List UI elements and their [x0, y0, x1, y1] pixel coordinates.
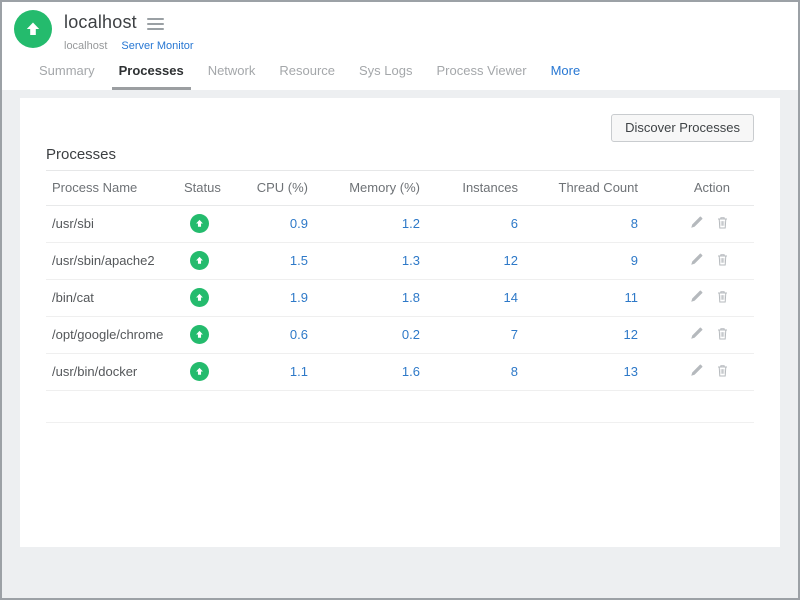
tab-processes[interactable]: Processes [111, 63, 191, 90]
tab-summary[interactable]: Summary [32, 63, 102, 90]
col-thread-count: Thread Count [518, 171, 638, 206]
status-up-icon [190, 251, 209, 270]
col-action: Action [638, 171, 754, 206]
table-row: /bin/cat 1.9 1.8 14 11 [46, 279, 754, 317]
breadcrumb: localhost Server Monitor [64, 40, 194, 52]
app-window: localhost localhost Server Monitor Summa… [0, 0, 800, 600]
table-row: /usr/bin/docker 1.1 1.6 8 13 [46, 353, 754, 391]
col-memory: Memory (%) [308, 171, 420, 206]
process-name: /usr/bin/docker [46, 353, 181, 391]
col-instances: Instances [420, 171, 518, 206]
col-status: Status [181, 171, 251, 206]
delete-icon[interactable] [715, 326, 730, 341]
edit-icon[interactable] [689, 215, 704, 230]
delete-icon[interactable] [715, 252, 730, 267]
process-name: /opt/google/chrome [46, 316, 181, 354]
threads-value[interactable]: 11 [518, 279, 638, 317]
processes-panel: Discover Processes Processes Process Nam… [20, 98, 780, 547]
threads-value[interactable]: 9 [518, 242, 638, 280]
cpu-value[interactable]: 1.9 [251, 279, 308, 317]
threads-value[interactable]: 12 [518, 316, 638, 354]
tab-resource[interactable]: Resource [272, 63, 342, 90]
memory-value[interactable]: 1.6 [308, 353, 420, 391]
delete-icon[interactable] [715, 289, 730, 304]
server-status-icon [14, 10, 52, 48]
edit-icon[interactable] [689, 289, 704, 304]
delete-icon[interactable] [715, 215, 730, 230]
breadcrumb-server-monitor-link[interactable]: Server Monitor [121, 40, 193, 52]
process-name: /bin/cat [46, 279, 181, 317]
processes-table: Process Name Status CPU (%) Memory (%) I… [46, 171, 754, 423]
edit-icon[interactable] [689, 326, 704, 341]
threads-value[interactable]: 13 [518, 353, 638, 391]
tab-bar: Summary Processes Network Resource Sys L… [2, 58, 798, 90]
empty-row [46, 390, 754, 423]
instances-value[interactable]: 6 [420, 205, 518, 243]
tab-more[interactable]: More [544, 63, 588, 90]
cpu-value[interactable]: 1.5 [251, 242, 308, 280]
edit-icon[interactable] [689, 363, 704, 378]
instances-value[interactable]: 14 [420, 279, 518, 317]
process-name: /usr/sbin/apache2 [46, 242, 181, 280]
delete-icon[interactable] [715, 363, 730, 378]
cpu-value[interactable]: 0.6 [251, 316, 308, 354]
col-cpu: CPU (%) [251, 171, 308, 206]
status-up-icon [190, 325, 209, 344]
tab-network[interactable]: Network [201, 63, 263, 90]
section-title: Processes [46, 146, 754, 171]
memory-value[interactable]: 1.8 [308, 279, 420, 317]
discover-processes-button[interactable]: Discover Processes [611, 113, 754, 142]
col-process-name: Process Name [46, 171, 181, 206]
status-up-icon [190, 288, 209, 307]
page-background: Discover Processes Processes Process Nam… [2, 90, 798, 598]
table-row: /usr/sbin/apache2 1.5 1.3 12 9 [46, 242, 754, 280]
hamburger-menu-icon[interactable] [146, 16, 164, 30]
memory-value[interactable]: 1.3 [308, 242, 420, 280]
tab-process-viewer[interactable]: Process Viewer [430, 63, 534, 90]
page-title: localhost [64, 12, 137, 32]
cpu-value[interactable]: 0.9 [251, 205, 308, 243]
monitor-header: localhost localhost Server Monitor [2, 2, 798, 58]
instances-value[interactable]: 12 [420, 242, 518, 280]
cpu-value[interactable]: 1.1 [251, 353, 308, 391]
tab-sys-logs[interactable]: Sys Logs [352, 63, 419, 90]
threads-value[interactable]: 8 [518, 205, 638, 243]
memory-value[interactable]: 0.2 [308, 316, 420, 354]
memory-value[interactable]: 1.2 [308, 205, 420, 243]
instances-value[interactable]: 7 [420, 316, 518, 354]
status-up-icon [190, 214, 209, 233]
table-row: /usr/sbi 0.9 1.2 6 8 [46, 205, 754, 243]
edit-icon[interactable] [689, 252, 704, 267]
status-up-icon [190, 362, 209, 381]
breadcrumb-host: localhost [64, 40, 108, 52]
table-header-row: Process Name Status CPU (%) Memory (%) I… [46, 171, 754, 206]
arrow-up-icon [23, 19, 43, 39]
table-row: /opt/google/chrome 0.6 0.2 7 12 [46, 316, 754, 354]
instances-value[interactable]: 8 [420, 353, 518, 391]
process-name: /usr/sbi [46, 205, 181, 243]
